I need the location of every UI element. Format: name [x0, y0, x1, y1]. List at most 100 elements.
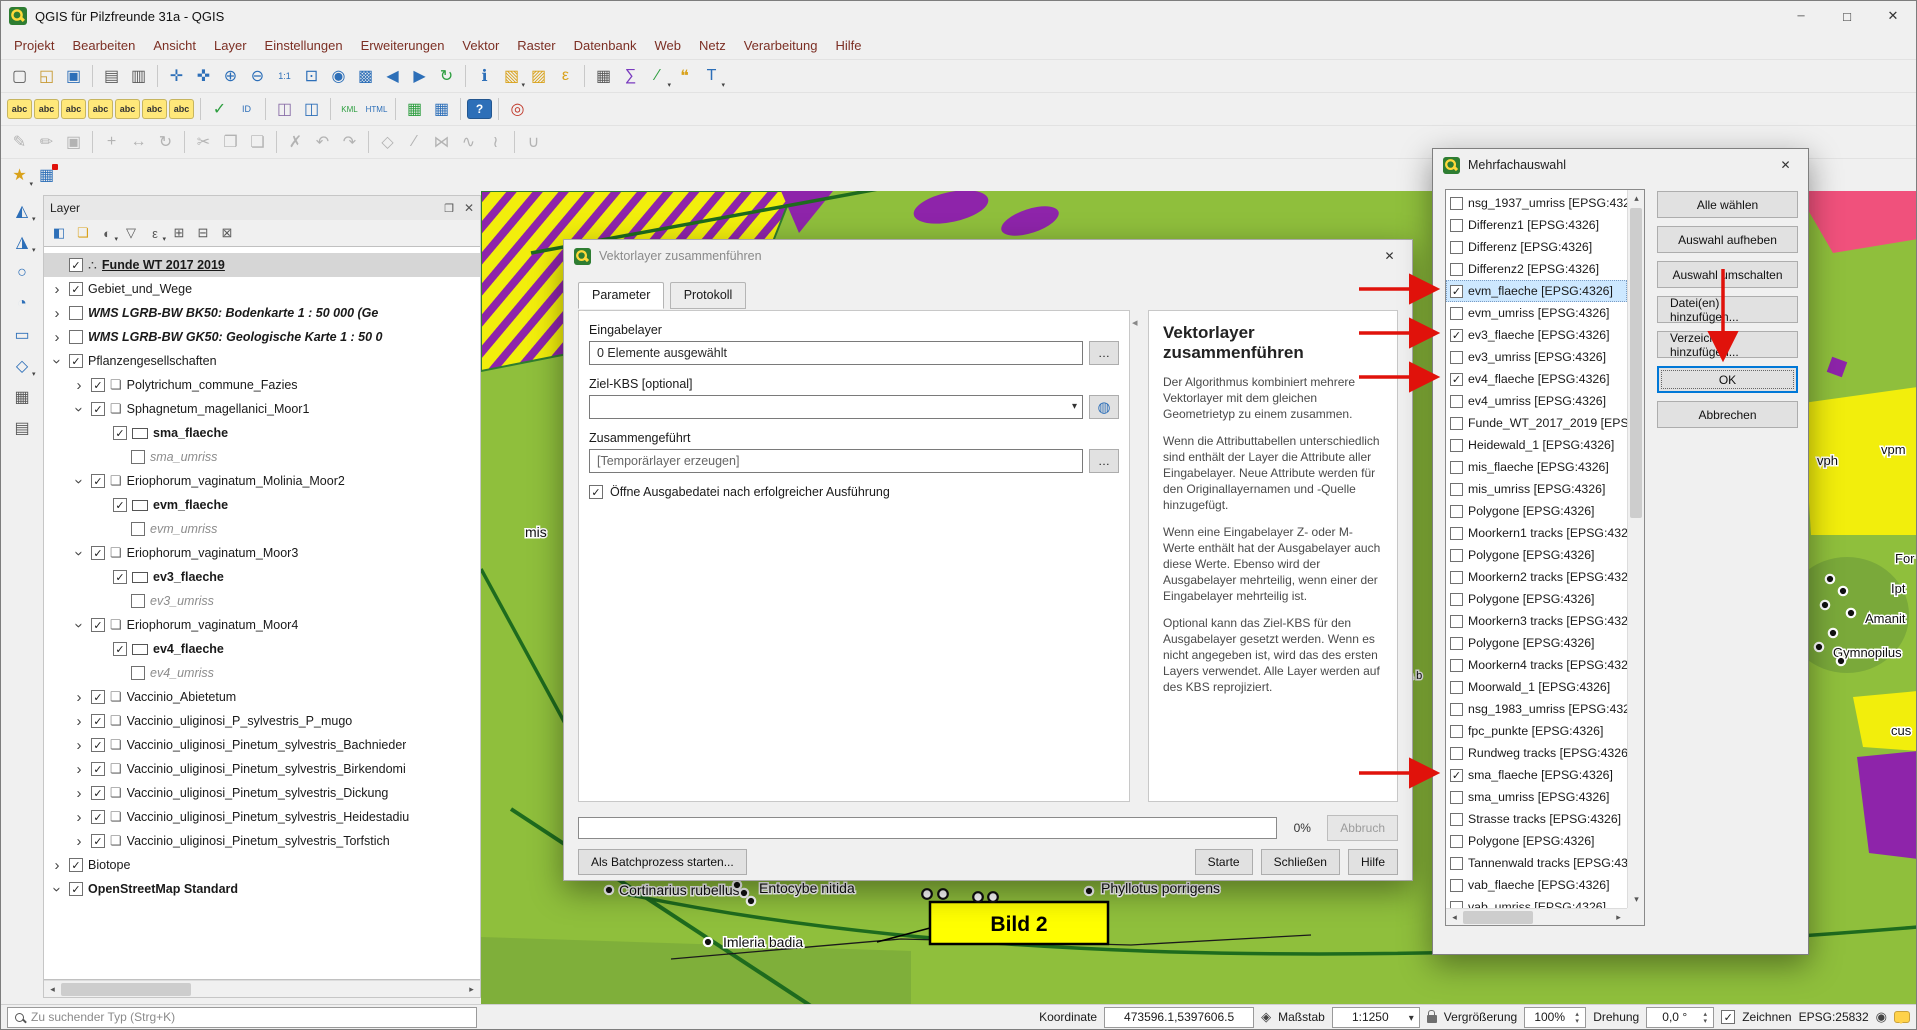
layer-visibility-checkbox[interactable]	[113, 642, 127, 656]
scroll-thumb[interactable]	[61, 983, 191, 996]
item-checkbox[interactable]	[1450, 857, 1463, 870]
raster-grid-icon[interactable]: ▦	[428, 96, 455, 123]
layer-item[interactable]: Vaccinio_Abietetum	[44, 685, 480, 709]
zoom-to-selection-icon[interactable]: ◉	[325, 63, 352, 90]
item-checkbox[interactable]	[1450, 197, 1463, 210]
layer-item[interactable]: ev3_umriss	[44, 589, 480, 613]
item-checkbox[interactable]	[1450, 439, 1463, 452]
item-checkbox[interactable]	[1450, 417, 1463, 430]
collapse-all-icon[interactable]: ⊟	[192, 222, 214, 244]
filter-legend-icon[interactable]: ▽	[120, 222, 142, 244]
tab-parameter[interactable]: Parameter	[578, 282, 664, 309]
layer-visibility-checkbox[interactable]	[91, 762, 105, 776]
menu-web[interactable]: Web	[645, 34, 690, 57]
layer-visibility-checkbox[interactable]	[91, 546, 105, 560]
multi-select-item[interactable]: Polygone [EPSG:4326]	[1446, 830, 1627, 852]
rotation-spinbox[interactable]: 0,0 °	[1646, 1007, 1714, 1028]
zoom-full-icon[interactable]: ⊡	[298, 63, 325, 90]
label-star-icon[interactable]: ★	[6, 162, 33, 189]
scroll-up-icon[interactable]	[1628, 190, 1645, 207]
label-properties-icon[interactable]: abc	[169, 99, 194, 119]
item-checkbox[interactable]	[1450, 307, 1463, 320]
attribute-table-icon[interactable]: ▦	[590, 63, 617, 90]
coordinate-input[interactable]: 473596.1,5397606.5	[1104, 1007, 1254, 1028]
item-checkbox[interactable]	[1450, 593, 1463, 606]
multi-select-item[interactable]: vab_umriss [EPSG:4326]	[1446, 896, 1627, 908]
multi-select-item[interactable]: ev4_flaeche [EPSG:4326]	[1446, 368, 1627, 390]
tab-protokoll[interactable]: Protokoll	[670, 282, 747, 309]
layer-visibility-checkbox[interactable]	[91, 618, 105, 632]
toggle-selection-button[interactable]: Auswahl umschalten	[1657, 261, 1798, 288]
label-move-icon[interactable]: abc	[115, 99, 140, 119]
layer-panel-header[interactable]: Layer	[44, 196, 480, 220]
remove-layer-icon[interactable]: ⊠	[216, 222, 238, 244]
layer-visibility-checkbox[interactable]	[91, 474, 105, 488]
layer-visibility-checkbox[interactable]	[91, 402, 105, 416]
maximize-button[interactable]	[1824, 1, 1870, 31]
layer-visibility-checkbox[interactable]	[69, 282, 83, 296]
expander-icon[interactable]	[72, 761, 86, 778]
table-view-icon[interactable]: ▤	[9, 414, 36, 441]
layer-item[interactable]: Pflanzengesellschaften	[44, 349, 480, 373]
layer-visibility-checkbox[interactable]	[131, 450, 145, 464]
expander-icon[interactable]	[50, 305, 64, 322]
zoom-out-icon[interactable]: ⊖	[244, 63, 271, 90]
kml-export-icon[interactable]: KML	[336, 96, 363, 123]
item-checkbox[interactable]	[1450, 483, 1463, 496]
map-refresh-icon[interactable]: ↻	[433, 63, 460, 90]
layer-item[interactable]: OpenStreetMap Standard	[44, 877, 480, 901]
multi-select-item[interactable]: sma_flaeche [EPSG:4326]	[1446, 764, 1627, 786]
new-print-layout-icon[interactable]: ▤	[98, 63, 125, 90]
label-toggle-icon[interactable]: abc	[34, 99, 59, 119]
multi-select-item[interactable]: Moorkern1 tracks [EPSG:4326]	[1446, 522, 1627, 544]
multi-select-item[interactable]: Polygone [EPSG:4326]	[1446, 588, 1627, 610]
add-directory-button[interactable]: Verzeichnis hinzufügen...	[1657, 331, 1798, 358]
crosshair-icon[interactable]: ◎	[504, 96, 531, 123]
scroll-right-icon[interactable]	[463, 981, 480, 998]
spin-down-icon[interactable]	[1700, 1017, 1710, 1025]
layer-item[interactable]: WMS LGRB-BW BK50: Bodenkarte 1 : 50 000 …	[44, 301, 480, 325]
add-group-icon[interactable]: ❏	[72, 222, 94, 244]
layer-item[interactable]: evm_umriss	[44, 517, 480, 541]
scroll-down-icon[interactable]	[1628, 891, 1645, 908]
item-checkbox[interactable]	[1450, 901, 1463, 909]
multi-select-item[interactable]: nsg_1937_umriss [EPSG:4326]	[1446, 192, 1627, 214]
html-export-icon[interactable]: HTML	[363, 96, 390, 123]
expand-all-icon[interactable]: ⊞	[168, 222, 190, 244]
expander-icon[interactable]	[71, 402, 88, 416]
multi-select-item[interactable]: fpc_punkte [EPSG:4326]	[1446, 720, 1627, 742]
db-manager-icon[interactable]: ◫	[271, 96, 298, 123]
expander-icon[interactable]	[72, 713, 86, 730]
layer-item[interactable]: Sphagnetum_magellanici_Moor1	[44, 397, 480, 421]
multi-dialog-titlebar[interactable]: Mehrfachauswahl	[1433, 149, 1808, 181]
layer-item[interactable]: sma_flaeche	[44, 421, 480, 445]
label-highlight-icon[interactable]: abc	[88, 99, 113, 119]
layer-visibility-checkbox[interactable]	[69, 330, 83, 344]
expander-icon[interactable]	[72, 833, 86, 850]
coordinate-tracking-icon[interactable]: ◈	[1261, 1009, 1271, 1025]
item-checkbox[interactable]	[1450, 769, 1463, 782]
multi-select-item[interactable]: mis_flaeche [EPSG:4326]	[1446, 456, 1627, 478]
zoom-next-icon[interactable]: ▶	[406, 63, 433, 90]
expander-icon[interactable]	[72, 377, 86, 394]
layer-visibility-checkbox[interactable]	[113, 426, 127, 440]
layer-visibility-checkbox[interactable]	[91, 690, 105, 704]
scroll-left-icon[interactable]	[44, 981, 61, 998]
select-by-expression-icon[interactable]: ε	[552, 63, 579, 90]
filter-expression-icon[interactable]: ε	[144, 222, 166, 244]
measure-icon[interactable]: ∕	[644, 63, 671, 90]
crs-status[interactable]: EPSG:25832	[1799, 1010, 1869, 1024]
scroll-thumb[interactable]	[1463, 911, 1533, 924]
magnifier-spinbox[interactable]: 100%	[1524, 1007, 1586, 1028]
zoom-to-layer-icon[interactable]: ▩	[352, 63, 379, 90]
layer-visibility-checkbox[interactable]	[131, 594, 145, 608]
help-icon[interactable]: ?	[467, 99, 492, 119]
layer-item[interactable]: Polytrichum_commune_Fazies	[44, 373, 480, 397]
pan-to-selection-icon[interactable]: ✜	[190, 63, 217, 90]
layer-item[interactable]: ev4_umriss	[44, 661, 480, 685]
target-crs-combo[interactable]	[589, 395, 1083, 419]
grid-tool-icon[interactable]: ▦	[401, 96, 428, 123]
expander-icon[interactable]	[71, 546, 88, 560]
ok-button[interactable]: OK	[1657, 366, 1798, 393]
multi-select-item[interactable]: Differenz [EPSG:4326]	[1446, 236, 1627, 258]
